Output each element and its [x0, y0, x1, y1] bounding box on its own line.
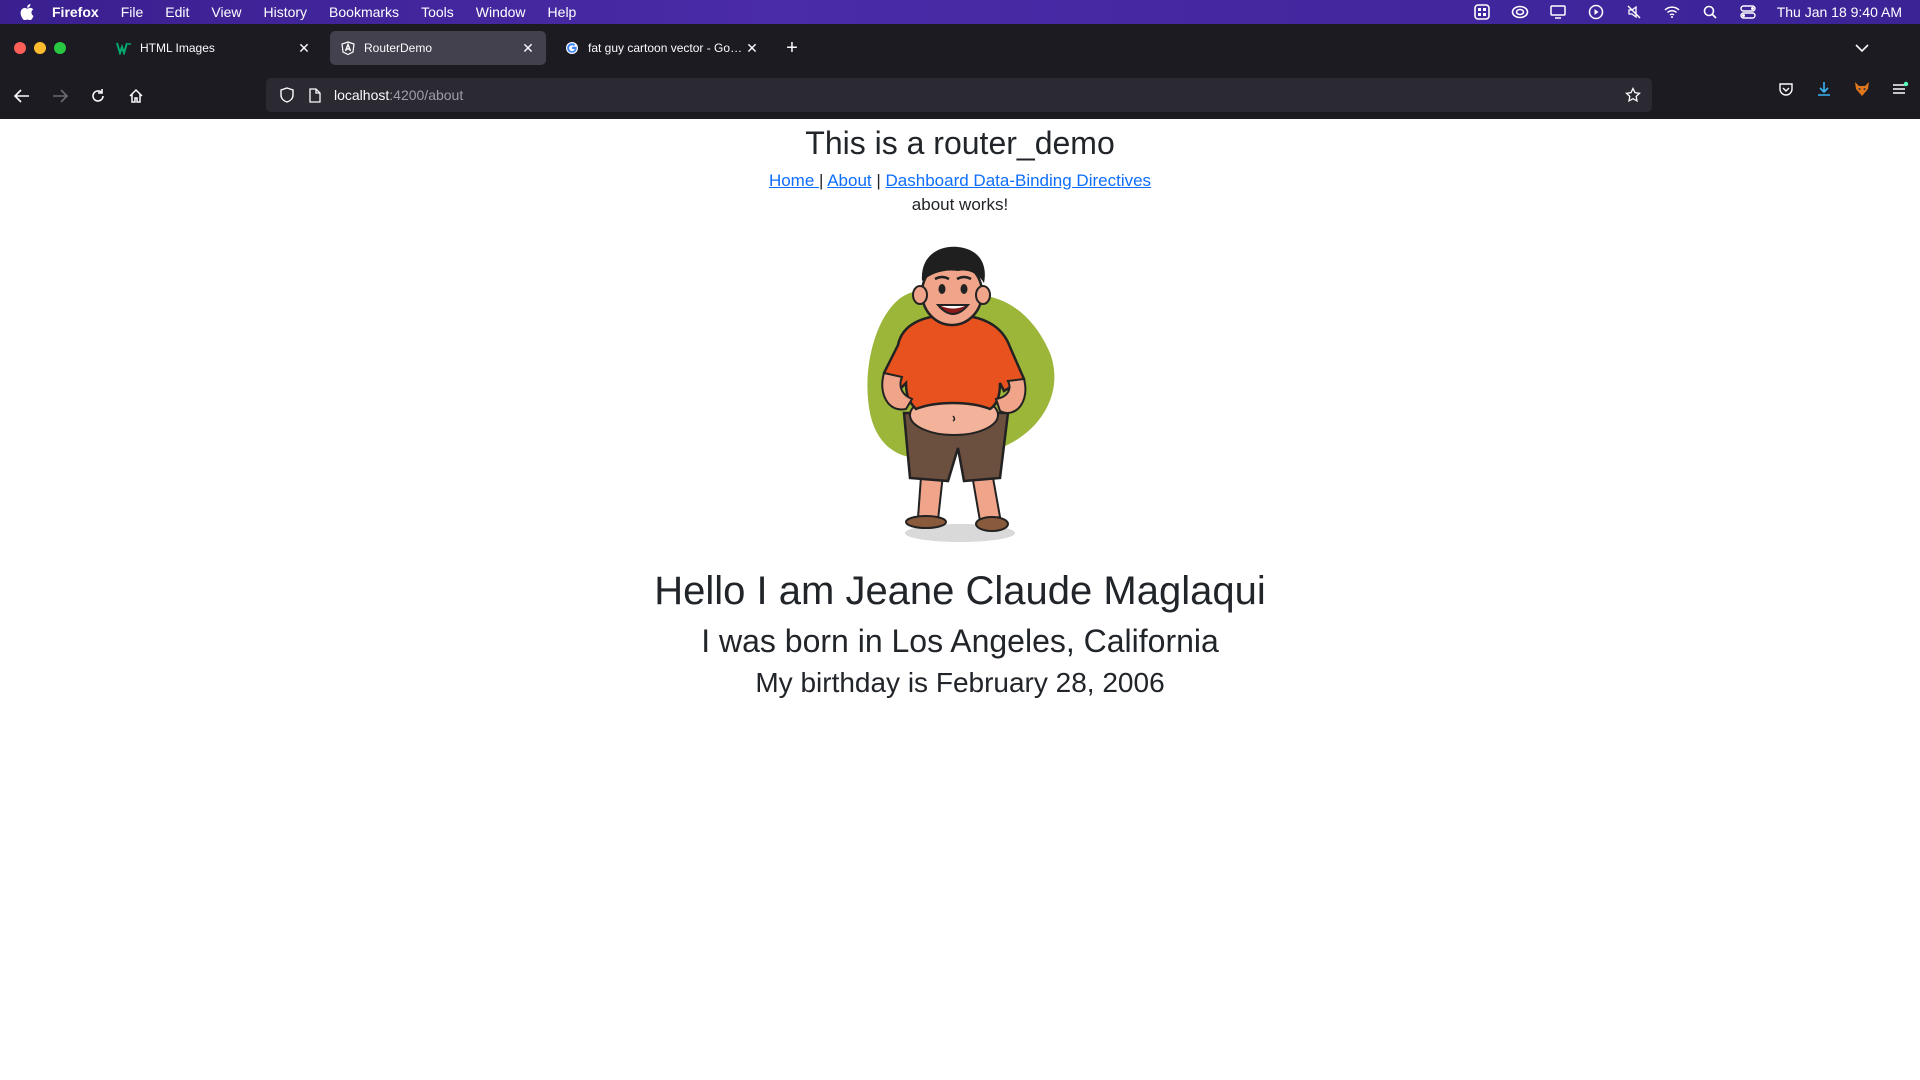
play-circle-icon[interactable]: [1587, 4, 1605, 20]
google-icon: [564, 40, 580, 56]
menu-tools[interactable]: Tools: [421, 4, 454, 20]
display-icon[interactable]: [1549, 4, 1567, 20]
grid-app-icon[interactable]: [1473, 4, 1491, 20]
spotlight-search-icon[interactable]: [1701, 4, 1719, 20]
menubar-clock[interactable]: Thu Jan 18 9:40 AM: [1777, 4, 1902, 20]
reload-icon[interactable]: [82, 80, 114, 112]
url-host: localhost: [334, 87, 390, 103]
extension-fox-icon[interactable]: [1852, 79, 1872, 99]
nav-separator: |: [871, 171, 886, 190]
navigation-toolbar: localhost:4200/about: [0, 72, 1920, 119]
app-menu-icon[interactable]: [1890, 79, 1910, 99]
menu-window[interactable]: Window: [476, 4, 526, 20]
tab-html-images[interactable]: HTML Images ✕: [106, 31, 322, 65]
menu-view[interactable]: View: [211, 4, 241, 20]
pocket-icon[interactable]: [1776, 79, 1796, 99]
menu-bookmarks[interactable]: Bookmarks: [329, 4, 399, 20]
tab-routerdemo[interactable]: RouterDemo ✕: [330, 31, 546, 65]
macos-menubar: Firefox File Edit View History Bookmarks…: [0, 0, 1920, 24]
close-tab-icon[interactable]: ✕: [296, 40, 312, 56]
menu-file[interactable]: File: [121, 4, 144, 20]
home-icon[interactable]: [120, 80, 152, 112]
tab-title: RouterDemo: [364, 41, 433, 55]
new-tab-button[interactable]: +: [778, 34, 806, 62]
toolbar-actions: [1776, 79, 1910, 99]
w3schools-icon: [116, 40, 132, 56]
shield-icon[interactable]: [278, 86, 296, 104]
control-center-icon[interactable]: [1739, 4, 1757, 20]
creative-cloud-icon[interactable]: [1511, 4, 1529, 20]
cartoon-man-image: [840, 233, 1080, 553]
list-all-tabs-icon[interactable]: [1852, 38, 1872, 58]
browser-chrome: HTML Images ✕ RouterDemo ✕ fat guy carto…: [0, 24, 1920, 119]
about-works-text: about works!: [911, 195, 1009, 214]
tab-title: HTML Images: [140, 41, 215, 55]
minimize-window-button[interactable]: [34, 42, 46, 54]
menu-history[interactable]: History: [263, 4, 307, 20]
forward-icon[interactable]: [44, 80, 76, 112]
close-tab-icon[interactable]: ✕: [520, 40, 536, 56]
menu-firefox[interactable]: Firefox: [52, 4, 99, 20]
tab-google-search[interactable]: fat guy cartoon vector - Google ✕: [554, 31, 770, 65]
nav-link-home[interactable]: Home: [769, 171, 819, 190]
tab-title: fat guy cartoon vector - Google: [588, 41, 744, 55]
wifi-icon[interactable]: [1663, 4, 1681, 20]
close-tab-icon[interactable]: ✕: [744, 40, 760, 56]
mute-icon[interactable]: [1625, 4, 1643, 20]
page-content: This is a router_demo Home | About | Das…: [0, 119, 1920, 1080]
bookmark-star-icon[interactable]: [1624, 86, 1642, 104]
angular-icon: [340, 40, 356, 56]
back-icon[interactable]: [6, 80, 38, 112]
router-nav: Home | About | Dashboard Data-Binding Di…: [0, 169, 1920, 193]
menu-help[interactable]: Help: [548, 4, 577, 20]
menu-edit[interactable]: Edit: [165, 4, 189, 20]
page-title: This is a router_demo: [805, 125, 1115, 161]
tab-strip: HTML Images ✕ RouterDemo ✕ fat guy carto…: [0, 24, 1920, 72]
birthday-heading: My birthday is February 28, 2006: [755, 667, 1165, 698]
birthplace-heading: I was born in Los Angeles, California: [701, 623, 1219, 659]
downloads-icon[interactable]: [1814, 79, 1834, 99]
close-window-button[interactable]: [14, 42, 26, 54]
apple-icon[interactable]: [18, 3, 36, 21]
nav-separator: |: [819, 171, 828, 190]
url-bar[interactable]: localhost:4200/about: [266, 78, 1652, 112]
name-heading: Hello I am Jeane Claude Maglaqui: [654, 569, 1266, 613]
url-path: :4200/about: [389, 87, 464, 103]
zoom-window-button[interactable]: [54, 42, 66, 54]
window-controls: [14, 42, 66, 54]
page-icon[interactable]: [306, 86, 324, 104]
status-area: Thu Jan 18 9:40 AM: [1473, 0, 1902, 24]
nav-link-about[interactable]: About: [827, 171, 871, 190]
nav-link-dashboard[interactable]: Dashboard Data-Binding Directives: [886, 171, 1152, 190]
